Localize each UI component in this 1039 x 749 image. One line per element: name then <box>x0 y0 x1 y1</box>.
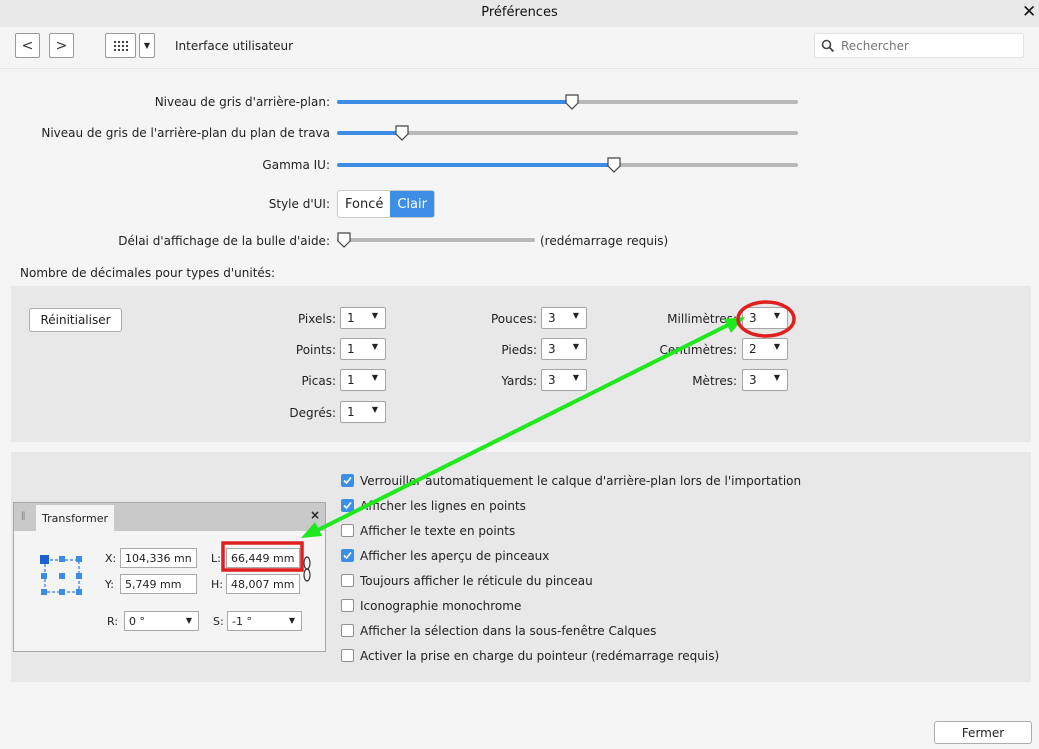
annotation-arrow-line <box>309 318 739 536</box>
close-button[interactable]: Fermer <box>934 721 1032 744</box>
annotation-overlay <box>221 300 796 572</box>
annotation-circle <box>736 300 796 338</box>
annotation-arrowhead-icon <box>301 522 322 538</box>
annotation-arrowhead-icon <box>724 317 745 333</box>
annotation-box <box>221 541 304 572</box>
